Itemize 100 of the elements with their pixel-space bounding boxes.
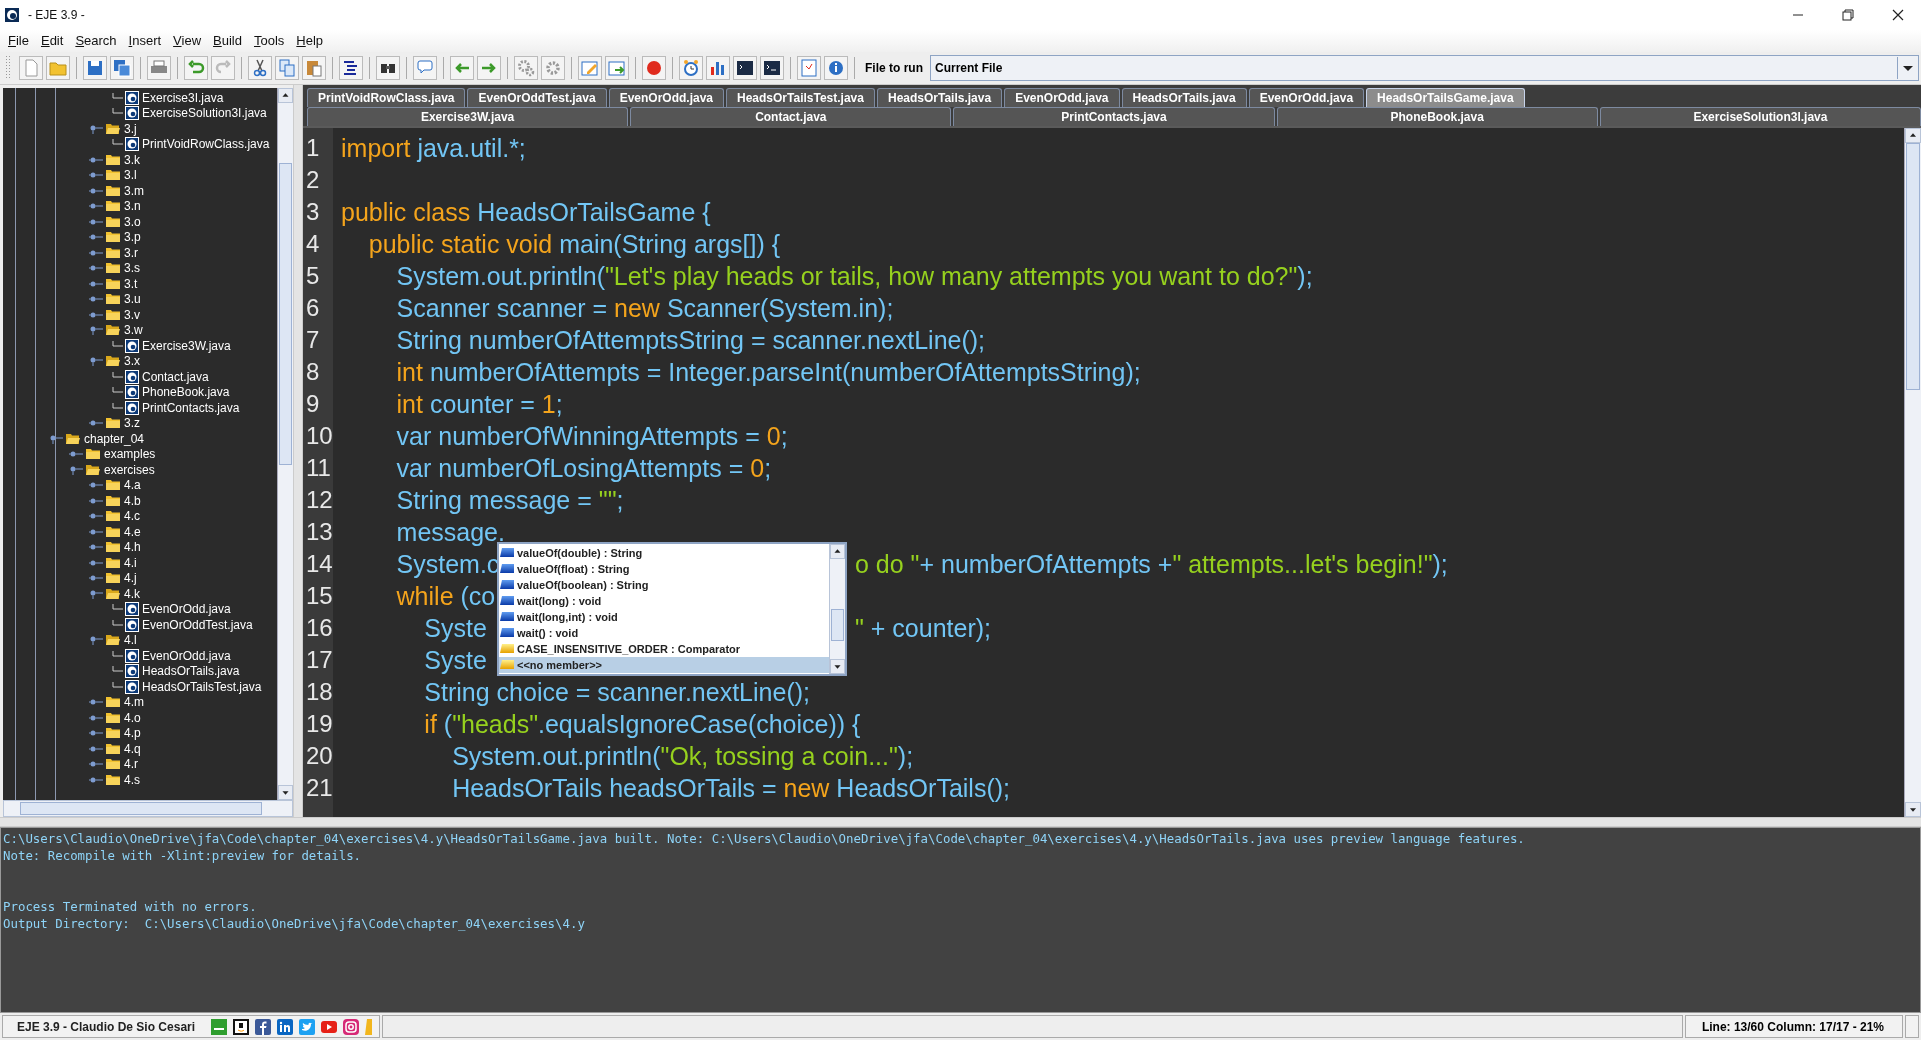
completion-item[interactable]: valueOf(boolean) : String bbox=[499, 576, 829, 593]
file-tab[interactable]: Contact.java bbox=[630, 106, 952, 126]
tree-item[interactable]: 4.o bbox=[124, 710, 141, 725]
tree-item[interactable]: Exercise3I.java bbox=[142, 90, 224, 105]
tree-item[interactable]: HeadsOrTailsTest.java bbox=[142, 679, 262, 694]
tree-item[interactable]: chapter_04 bbox=[84, 431, 145, 446]
tree-item[interactable]: 4.r bbox=[124, 757, 138, 772]
tree-item[interactable]: 4.j bbox=[124, 571, 137, 586]
expand-handle-icon[interactable] bbox=[69, 464, 83, 475]
scroll-thumb[interactable] bbox=[831, 608, 844, 641]
file-tab[interactable]: HeadsOrTails.java bbox=[876, 87, 1003, 107]
completion-item[interactable]: wait(long,int) : void bbox=[499, 608, 829, 625]
tree-item[interactable]: 4.i bbox=[124, 555, 137, 570]
expand-handle-icon[interactable] bbox=[89, 588, 103, 599]
tree-item[interactable]: 3.p bbox=[124, 230, 141, 245]
menu-item[interactable]: Edit bbox=[36, 33, 72, 49]
tree-item[interactable]: 4.p bbox=[124, 726, 141, 741]
tree-item[interactable]: EvenOrOddTest.java bbox=[142, 617, 253, 632]
terminal-icon[interactable] bbox=[733, 55, 757, 80]
tree-item[interactable]: 4.a bbox=[124, 478, 141, 493]
scroll-down-icon[interactable] bbox=[830, 658, 845, 674]
speech-bubble-icon[interactable] bbox=[413, 55, 437, 80]
tree-item[interactable]: PhoneBook.java bbox=[142, 385, 230, 400]
expand-handle-icon[interactable] bbox=[89, 356, 103, 367]
shopping-icon[interactable] bbox=[233, 1018, 250, 1035]
completion-item[interactable]: <<no member>> bbox=[499, 656, 829, 673]
tree-item[interactable]: 3.n bbox=[124, 199, 141, 214]
tree-scrollbar[interactable] bbox=[277, 87, 293, 801]
terminal-icon[interactable] bbox=[760, 55, 784, 80]
tree-item[interactable]: 3.x bbox=[124, 354, 140, 369]
file-tab[interactable]: EvenOrOdd.java bbox=[1004, 87, 1120, 107]
tree-item[interactable]: 3.k bbox=[124, 152, 140, 167]
tree-item[interactable]: 3.v bbox=[124, 307, 140, 322]
tree-item[interactable]: 4.c bbox=[124, 509, 140, 524]
save-icon[interactable] bbox=[83, 55, 107, 80]
menu-item[interactable]: Help bbox=[292, 33, 332, 49]
file-tab[interactable]: PrintContacts.java bbox=[953, 106, 1275, 126]
badge-icon[interactable] bbox=[211, 1018, 228, 1035]
alarm-clock-icon[interactable] bbox=[679, 55, 703, 80]
bar-chart-icon[interactable] bbox=[706, 55, 730, 80]
file-tab[interactable]: HeadsOrTailsTest.java bbox=[726, 87, 875, 107]
file-tab[interactable]: EvenOrOddTest.java bbox=[467, 87, 607, 107]
scroll-thumb[interactable] bbox=[279, 162, 292, 465]
stop-icon[interactable] bbox=[642, 55, 666, 80]
completion-item[interactable]: wait() : void bbox=[499, 624, 829, 641]
expand-handle-icon[interactable] bbox=[49, 433, 63, 444]
file-tab[interactable]: Exercise3W.java bbox=[307, 106, 629, 126]
tree-item[interactable]: exercises bbox=[104, 462, 155, 477]
editor-scrollbar[interactable] bbox=[1904, 127, 1921, 818]
cut-icon[interactable] bbox=[248, 55, 272, 80]
tree-item[interactable]: 3.l bbox=[124, 168, 137, 183]
export-icon[interactable] bbox=[605, 55, 629, 80]
file-tab[interactable]: HeadsOrTails.java bbox=[1121, 87, 1247, 107]
video-play-icon[interactable] bbox=[321, 1018, 338, 1035]
binoculars-icon[interactable] bbox=[376, 55, 400, 80]
menu-item[interactable]: View bbox=[169, 33, 210, 49]
tree-item[interactable]: 3.u bbox=[124, 292, 141, 307]
paste-icon[interactable] bbox=[302, 55, 326, 80]
file-tab[interactable]: PrintVoidRowClass.java bbox=[307, 87, 466, 107]
tree-item[interactable]: 3.m bbox=[124, 183, 144, 198]
menu-item[interactable]: Insert bbox=[124, 33, 170, 49]
facebook-icon[interactable] bbox=[255, 1018, 272, 1035]
tree-item[interactable]: PrintContacts.java bbox=[142, 400, 240, 415]
tree-item[interactable]: 3.r bbox=[124, 245, 138, 260]
completion-item[interactable]: CASE_INSENSITIVE_ORDER : Comparator bbox=[499, 640, 829, 657]
scroll-thumb[interactable] bbox=[20, 802, 262, 816]
tree-item[interactable]: Exercise3W.java bbox=[142, 338, 231, 353]
file-tab[interactable]: EvenOrOdd.java bbox=[608, 87, 724, 107]
tree-item[interactable]: EvenOrOdd.java bbox=[142, 602, 231, 617]
info-icon[interactable] bbox=[824, 55, 848, 80]
popup-scrollbar[interactable] bbox=[829, 543, 845, 674]
scroll-up-icon[interactable] bbox=[830, 543, 845, 559]
scroll-down-icon[interactable] bbox=[278, 785, 293, 801]
completion-item[interactable]: valueOf(double) : String bbox=[499, 544, 829, 561]
tree-item[interactable]: 4.h bbox=[124, 540, 141, 555]
tree-item[interactable]: examples bbox=[104, 447, 156, 462]
scroll-down-icon[interactable] bbox=[1905, 802, 1921, 818]
menu-item[interactable]: Build bbox=[209, 33, 250, 49]
tree-item[interactable]: HeadsOrTails.java bbox=[142, 664, 240, 679]
bird-icon[interactable] bbox=[299, 1018, 316, 1035]
linkedin-icon[interactable] bbox=[277, 1018, 294, 1035]
menu-item[interactable]: File bbox=[4, 33, 37, 49]
tree-item[interactable]: 4.l bbox=[124, 633, 137, 648]
tree-item[interactable]: EvenOrOdd.java bbox=[142, 648, 231, 663]
tree-item[interactable]: 3.s bbox=[124, 261, 140, 276]
camera-icon[interactable] bbox=[343, 1018, 360, 1035]
expand-handle-icon[interactable] bbox=[89, 123, 103, 134]
file-tab[interactable]: PhoneBook.java bbox=[1276, 106, 1598, 126]
tree-item[interactable]: 3.j bbox=[124, 121, 137, 136]
print-icon[interactable] bbox=[147, 55, 171, 80]
tree-item[interactable]: Contact.java bbox=[142, 369, 209, 384]
tree-item[interactable]: PrintVoidRowClass.java bbox=[142, 137, 270, 152]
tree-item[interactable]: 4.b bbox=[124, 493, 141, 508]
completion-item[interactable]: wait(long) : void bbox=[499, 592, 829, 609]
tree-item[interactable]: 3.w bbox=[124, 323, 143, 338]
tree-item[interactable]: ExerciseSolution3I.java bbox=[142, 106, 267, 121]
gears-icon[interactable] bbox=[514, 55, 538, 80]
completion-item[interactable]: valueOf(float) : String bbox=[499, 560, 829, 577]
gear-icon[interactable] bbox=[541, 55, 565, 80]
expand-handle-icon[interactable] bbox=[89, 635, 103, 646]
